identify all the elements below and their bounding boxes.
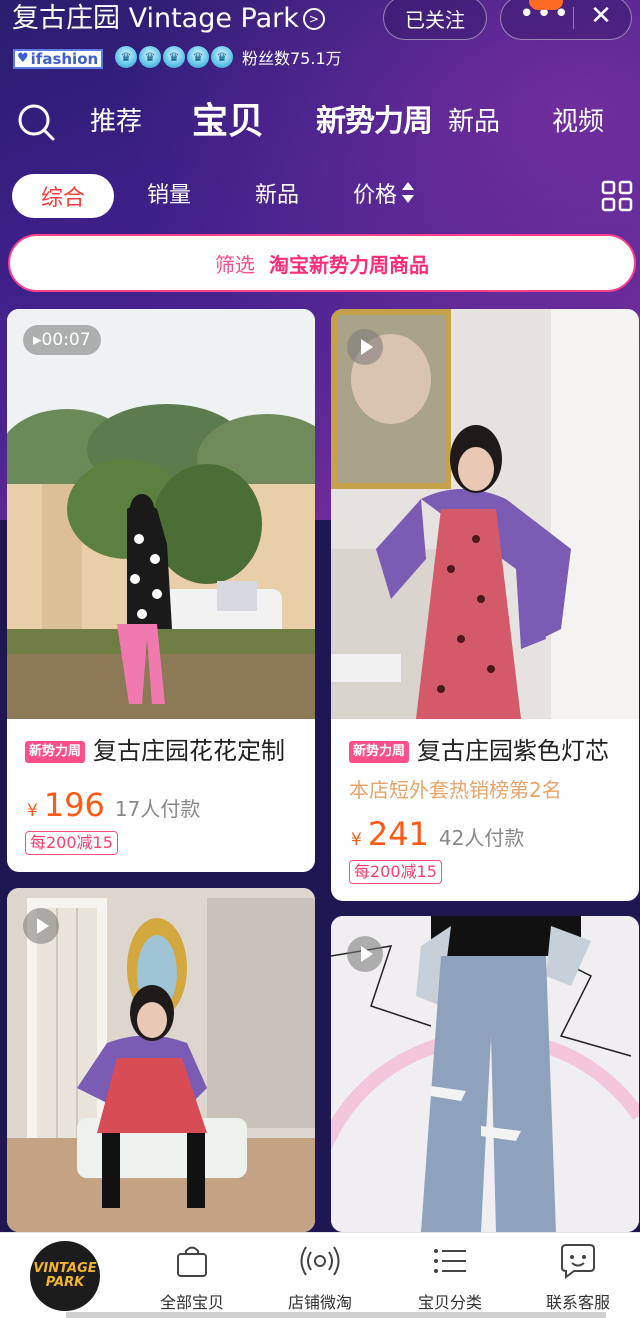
filter-value: 淘宝新势力周商品 <box>269 252 429 277</box>
product-title: 新势力周 复古庄园紫色灯芯 <box>349 734 609 768</box>
tab-recommend[interactable]: 推荐 <box>90 94 142 150</box>
brand-tag: 新势力周 <box>25 741 86 763</box>
bag-icon <box>177 1246 207 1277</box>
product-card[interactable] <box>7 888 315 1232</box>
sort-new[interactable]: 新品 <box>255 174 299 218</box>
sort-arrows-icon <box>401 180 415 206</box>
notification-dot <box>529 0 563 10</box>
play-icon[interactable] <box>347 936 383 972</box>
shop-level-crowns: ♛ ♛ ♛ ♛ ♛ <box>115 46 235 72</box>
capsule-divider <box>573 7 574 29</box>
product-card[interactable]: ▸00:07 新势力周 复古庄园花花定制 ¥196 17人付款 每200减15 <box>7 309 315 872</box>
shop-name: 复古庄园 Vintage Park <box>12 3 299 34</box>
brand-tag: 新势力周 <box>349 741 410 763</box>
search-icon[interactable] <box>16 102 56 142</box>
sort-price-label: 价格 <box>353 183 398 208</box>
product-card[interactable] <box>331 916 639 1232</box>
crown-icon: ♛ <box>187 46 209 68</box>
tab-new-arrivals[interactable]: 新品 <box>448 94 500 150</box>
bottom-tab-bar: VINTAGE PARK 全部宝贝 店铺微淘 宝贝分类 联系客服 <box>0 1232 640 1318</box>
tab-products[interactable]: 宝贝 <box>192 94 264 150</box>
broadcast-icon <box>300 1246 340 1276</box>
ranking-label: 本店短外套热销榜第2名 <box>349 778 562 802</box>
product-image <box>331 309 639 719</box>
sort-sales[interactable]: 销量 <box>147 174 191 218</box>
follow-button[interactable]: 已关注 <box>383 0 487 40</box>
shop-nav: 推荐 宝贝 新势力周 新品 视频 <box>0 94 640 150</box>
scroll-indicator <box>66 1312 606 1318</box>
sold-count: 17人付款 <box>114 797 201 821</box>
price-line: ¥196 17人付款 <box>27 786 201 824</box>
chevron-right-icon: > <box>302 8 325 30</box>
price: 241 <box>367 815 429 853</box>
product-image <box>7 309 315 719</box>
chat-icon <box>561 1244 595 1279</box>
sort-bar: 综合 销量 新品 价格 <box>0 174 640 222</box>
product-image <box>7 888 315 1232</box>
heart-icon: ♥ <box>17 51 29 66</box>
fans-count: 粉丝数75.1万 <box>242 49 342 68</box>
price: 196 <box>43 786 105 824</box>
play-icon[interactable] <box>347 329 383 365</box>
crown-icon: ♛ <box>163 46 185 68</box>
sort-overall[interactable]: 综合 <box>12 174 114 218</box>
filter-label: 筛选 <box>215 252 255 277</box>
crown-icon: ♛ <box>115 46 137 68</box>
price-line: ¥241 42人付款 <box>351 815 525 853</box>
close-icon[interactable]: ✕ <box>581 0 621 37</box>
tab-all-products[interactable]: 全部宝贝 <box>132 1243 252 1315</box>
crown-icon: ♛ <box>139 46 161 68</box>
video-duration-badge: ▸00:07 <box>23 325 101 355</box>
product-title: 新势力周 复古庄园花花定制 <box>25 734 285 768</box>
sort-price[interactable]: 价格 <box>353 174 415 218</box>
coupon-badge: 每200减15 <box>25 831 118 855</box>
coupon-badge: 每200减15 <box>349 860 442 884</box>
product-card[interactable]: 新势力周 复古庄园紫色灯芯 本店短外套热销榜第2名 ¥241 42人付款 每200减… <box>331 309 639 901</box>
tab-videos[interactable]: 视频 <box>552 94 604 150</box>
tab-customer-service[interactable]: 联系客服 <box>518 1243 638 1315</box>
shop-logo[interactable]: VINTAGE PARK <box>30 1241 100 1311</box>
tab-new-power-week[interactable]: 新势力周 <box>316 94 433 150</box>
sold-count: 42人付款 <box>438 826 525 850</box>
tab-categories[interactable]: 宝贝分类 <box>390 1243 510 1315</box>
grid-view-icon[interactable] <box>601 180 633 212</box>
shop-title[interactable]: 复古庄园 Vintage Park > <box>12 2 325 36</box>
crown-icon: ♛ <box>211 46 233 68</box>
list-icon <box>434 1249 466 1273</box>
filter-banner[interactable]: 筛选 淘宝新势力周商品 <box>8 234 636 292</box>
tab-shop-feed[interactable]: 店铺微淘 <box>260 1243 380 1315</box>
capsule-menu: ••• ✕ <box>500 0 632 40</box>
play-icon[interactable] <box>23 908 59 944</box>
ifashion-badge: ♥ ifashion <box>13 49 103 69</box>
